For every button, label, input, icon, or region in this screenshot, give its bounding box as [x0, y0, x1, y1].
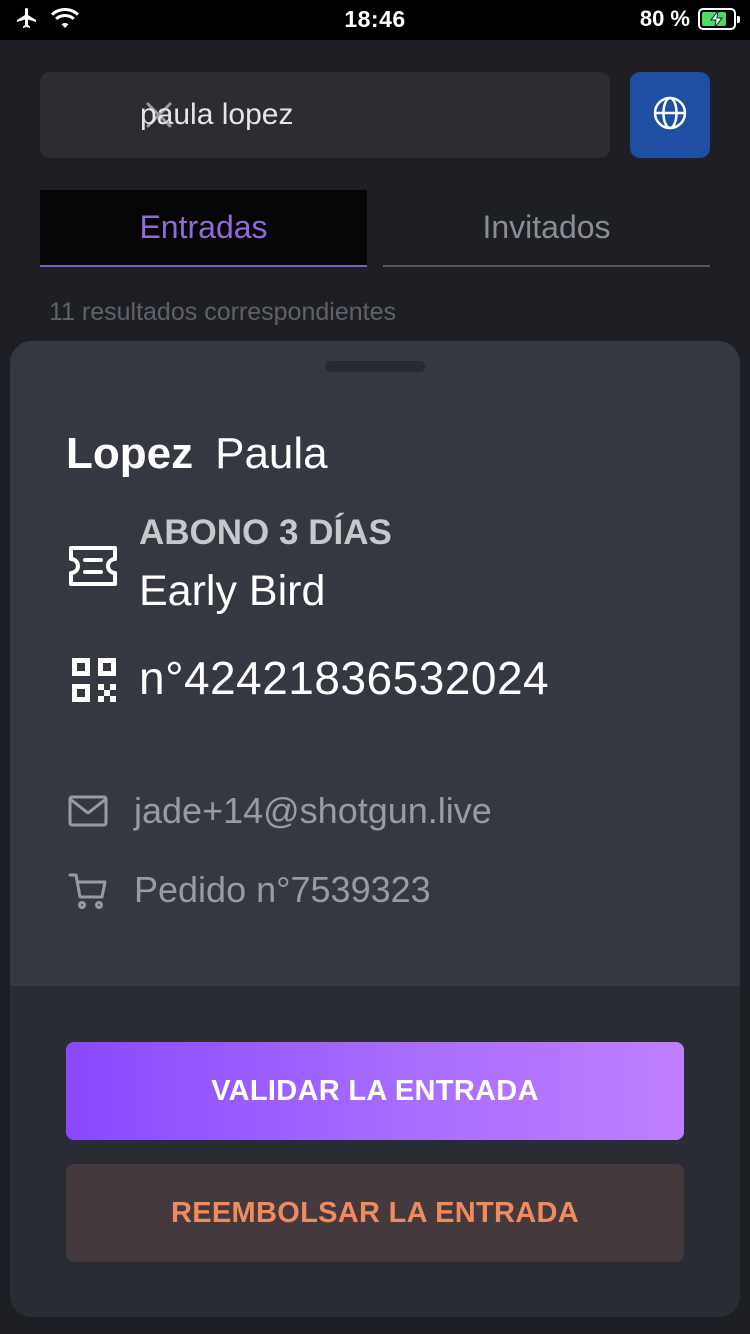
ticket-icon — [68, 544, 118, 593]
attendee-first-name: Paula — [215, 429, 328, 478]
status-right: 80 % — [639, 6, 740, 32]
search-bar[interactable]: paula lopez — [40, 72, 610, 158]
order-number: Pedido n°7539323 — [134, 869, 431, 910]
globe-button[interactable] — [630, 72, 710, 158]
tab-invitados[interactable]: Invitados — [383, 190, 710, 267]
ticket-rate: Early Bird — [139, 567, 326, 615]
attendee-name: Lopez Paula — [66, 429, 328, 479]
cart-icon — [68, 871, 108, 916]
qr-code-icon — [72, 658, 116, 707]
charging-bolt-icon — [709, 10, 724, 28]
ticket-number: n°42421836532024 — [139, 652, 550, 704]
globe-icon — [652, 95, 688, 136]
validate-ticket-button[interactable]: VALIDAR LA ENTRADA — [66, 1042, 684, 1140]
validate-ticket-label: VALIDAR LA ENTRADA — [211, 1074, 539, 1107]
refund-ticket-label: REEMBOLSAR LA ENTRADA — [171, 1196, 579, 1229]
ticket-type: ABONO 3 DÍAS — [139, 513, 392, 552]
battery-icon — [698, 8, 740, 30]
results-count: 11 resultados correspondientes — [49, 298, 396, 326]
status-bar: 18:46 80 % — [0, 0, 750, 40]
attendee-last-name: Lopez — [66, 429, 194, 478]
battery-percent: 80 % — [639, 6, 690, 31]
battery-nub — [737, 16, 740, 23]
ticket-detail-sheet: Lopez Paula ABONO 3 DÍAS Early Bird n°424… — [10, 341, 740, 1317]
sheet-drag-handle[interactable] — [325, 361, 425, 372]
mail-icon — [68, 795, 108, 832]
attendee-email: jade+14@shotgun.live — [134, 790, 492, 831]
tab-entradas[interactable]: Entradas — [40, 190, 367, 267]
refund-ticket-button[interactable]: REEMBOLSAR LA ENTRADA — [66, 1164, 684, 1262]
tab-invitados-label: Invitados — [482, 209, 611, 245]
status-time: 18:46 — [344, 6, 406, 32]
tab-entradas-label: Entradas — [139, 209, 268, 245]
sheet-actions: VALIDAR LA ENTRADA REEMBOLSAR LA ENTRADA — [10, 986, 740, 1317]
search-input[interactable]: paula lopez — [140, 98, 293, 132]
